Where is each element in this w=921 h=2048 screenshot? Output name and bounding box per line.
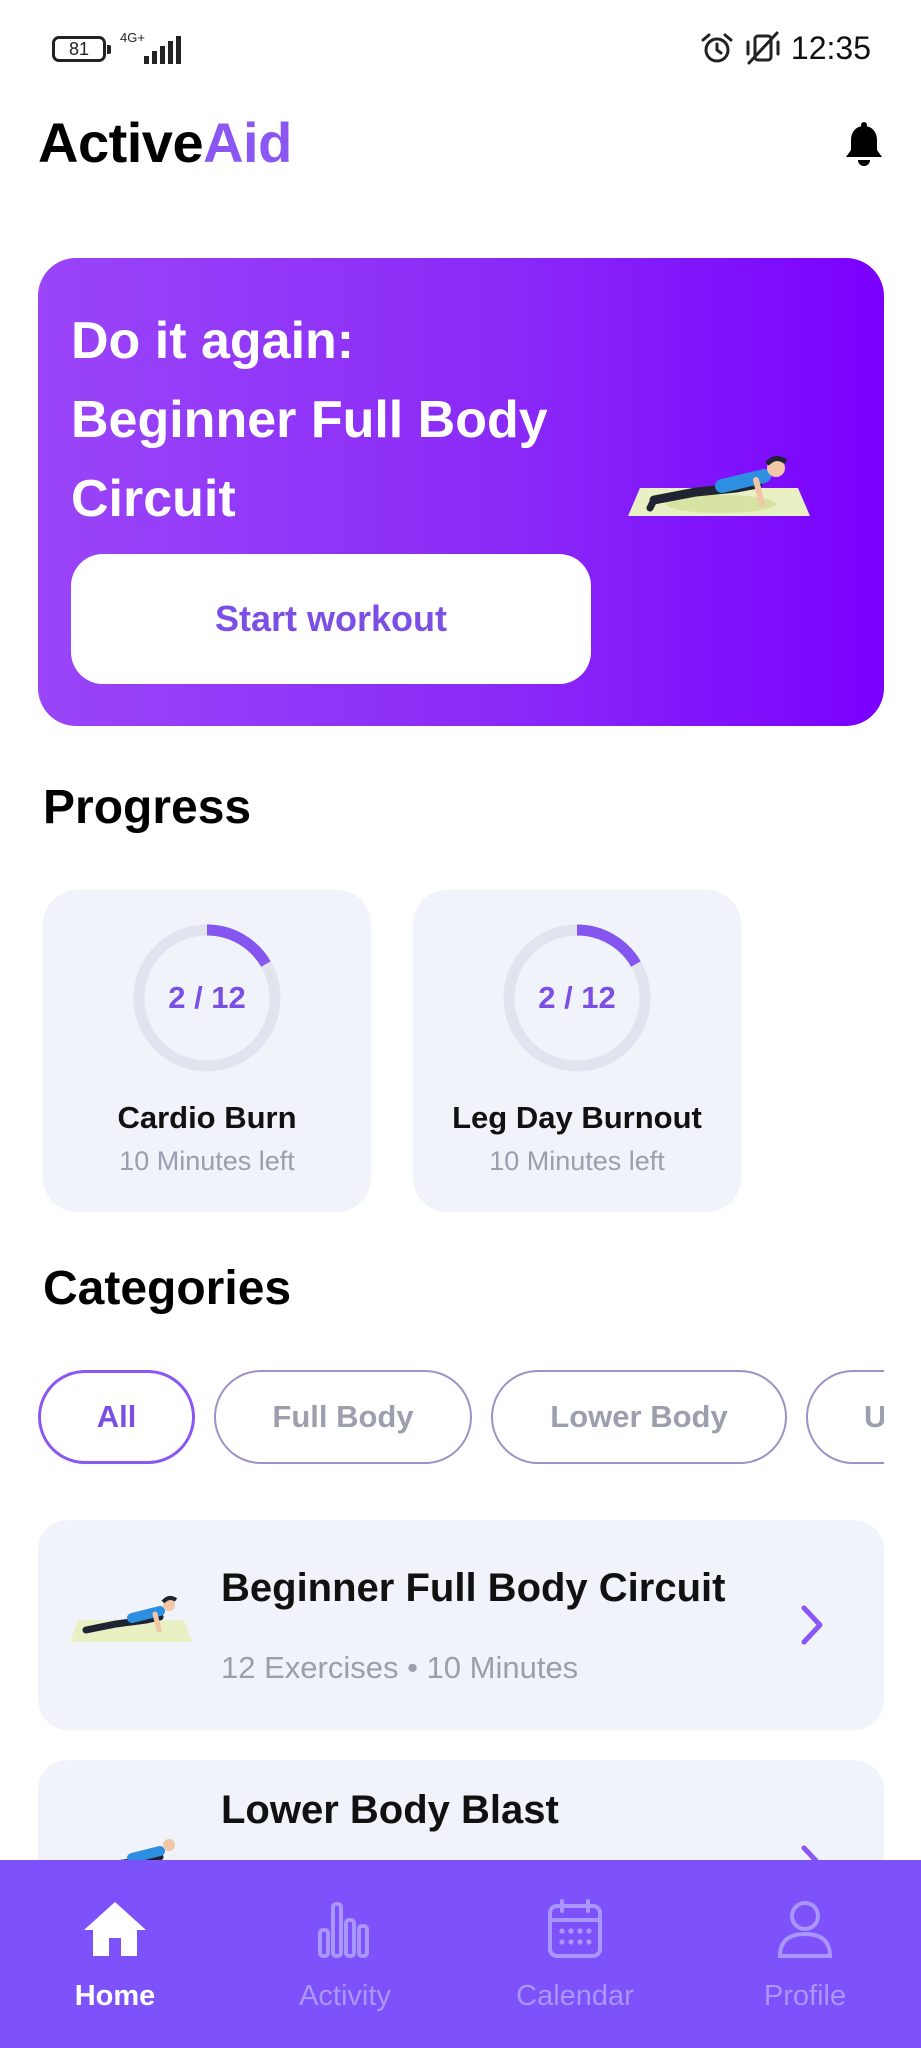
chip-all[interactable]: All — [38, 1370, 195, 1464]
bottom-navigation: Home Activity Calendar Profile — [0, 1860, 921, 2048]
chevron-right-icon — [801, 1605, 823, 1645]
hero-title-line1: Do it again: — [71, 312, 355, 370]
workout-meta: 12 Exercises • 10 Minutes — [221, 1650, 579, 1685]
activity-icon — [318, 1902, 369, 1958]
nav-label: Profile — [763, 1980, 847, 2012]
nav-label: Activity — [299, 1980, 391, 2012]
status-time: 12:35 — [790, 30, 871, 66]
battery-indicator: 81 — [52, 36, 111, 62]
workout-title: Lower Body Blast — [221, 1788, 559, 1832]
nav-profile[interactable]: Profile — [690, 1860, 920, 2048]
progress-card[interactable]: 2 / 12 Leg Day Burnout 10 Minutes left — [413, 890, 741, 1212]
progress-time-left: 10 Minutes left — [119, 1146, 295, 1176]
status-bar: 81 4G+ 12:35 — [0, 0, 921, 100]
workout-thumbnail — [70, 1595, 192, 1642]
nav-home[interactable]: Home — [0, 1860, 230, 2048]
nav-label: Calendar — [516, 1980, 634, 2012]
brand-primary: Active — [38, 111, 204, 174]
profile-icon — [777, 1901, 833, 1958]
chip-full-body[interactable]: Full Body — [214, 1370, 472, 1464]
chip-lower-body[interactable]: Lower Body — [491, 1370, 787, 1464]
workout-title: Beginner Full Body Circuit — [221, 1566, 726, 1610]
brand-accent: Aid — [203, 111, 292, 174]
calendar-icon — [548, 1899, 602, 1958]
categories-heading: Categories — [43, 1262, 292, 1315]
progress-count: 2 / 12 — [168, 980, 246, 1015]
start-workout-button[interactable]: Start workout — [71, 554, 591, 684]
home-icon — [84, 1902, 146, 1956]
progress-workout-name: Leg Day Burnout — [452, 1100, 702, 1135]
progress-card[interactable]: 2 / 12 Cardio Burn 10 Minutes left — [43, 890, 371, 1212]
progress-count: 2 / 12 — [538, 980, 616, 1015]
hero-title-line3: Circuit — [71, 470, 236, 528]
category-filter-bar: All Full Body Lower Body U — [38, 1370, 884, 1466]
nav-label: Home — [74, 1980, 156, 2012]
workout-list-item[interactable]: Beginner Full Body Circuit 12 Exercises … — [38, 1520, 884, 1730]
network-label: 4G+ — [120, 30, 145, 45]
progress-time-left: 10 Minutes left — [489, 1146, 665, 1176]
hero-title-line2: Beginner Full Body — [71, 391, 548, 449]
notification-bell-icon[interactable] — [842, 122, 886, 170]
nav-activity[interactable]: Activity — [230, 1860, 460, 2048]
chip-upper-body[interactable]: U — [806, 1370, 884, 1464]
app-logo: ActiveAid — [38, 110, 292, 175]
signal-icon — [144, 36, 181, 64]
nav-calendar[interactable]: Calendar — [460, 1860, 690, 2048]
progress-heading: Progress — [43, 781, 252, 834]
featured-workout-title: Do it again: Beginner Full Body Circuit — [71, 302, 548, 539]
featured-workout-card[interactable]: Do it again: Beginner Full Body Circuit … — [38, 258, 884, 726]
network-indicator: 4G+ — [120, 30, 181, 64]
plank-illustration — [628, 456, 810, 516]
alarm-icon — [701, 33, 733, 63]
vibrate-off-icon — [746, 31, 780, 65]
progress-workout-name: Cardio Burn — [117, 1100, 297, 1135]
